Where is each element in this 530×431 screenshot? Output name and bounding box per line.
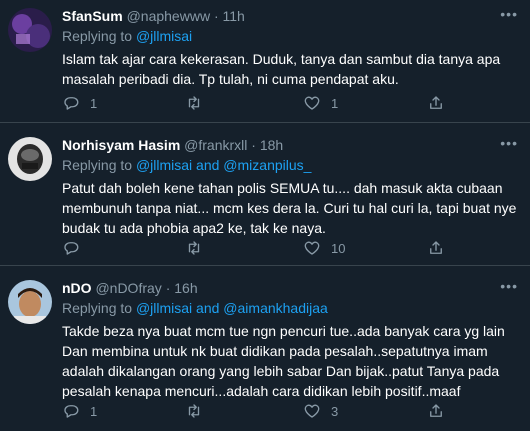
share-button[interactable] — [427, 238, 445, 258]
avatar[interactable] — [8, 8, 52, 52]
mention-link[interactable]: @jllmisai — [136, 28, 192, 44]
author-name[interactable]: SfanSum — [62, 8, 123, 24]
like-button[interactable]: 10 — [303, 238, 345, 258]
author-handle[interactable]: @nDOfray — [95, 280, 161, 296]
reply-button[interactable]: 1 — [62, 93, 97, 113]
like-icon — [304, 96, 320, 110]
mention-link[interactable]: @jllmisai — [136, 157, 192, 173]
share-button[interactable] — [427, 93, 445, 113]
like-count: 1 — [331, 95, 339, 111]
separator-dot: · — [213, 8, 219, 24]
author-name[interactable]: Norhisyam Hasim — [62, 137, 180, 153]
tweet-text: Takde beza nya buat mcm tue ngn pencuri … — [62, 323, 505, 399]
replying-to: Replying to @jllmisai — [62, 27, 518, 46]
tweet-3[interactable]: nDO @nDOfray · 16h Replying to @jllmisai… — [0, 266, 530, 431]
like-count: 10 — [331, 240, 346, 256]
share-icon — [430, 404, 442, 417]
timestamp[interactable]: 16h — [174, 280, 197, 296]
retweet-icon — [188, 241, 200, 255]
retweet-button[interactable] — [185, 93, 213, 113]
reply-icon — [64, 405, 79, 418]
retweet-icon — [188, 404, 200, 418]
replying-to: Replying to @jllmisai and @mizanpilus_ — [62, 156, 518, 175]
author-handle[interactable]: @frankrxll — [184, 137, 247, 153]
avatar[interactable] — [8, 280, 52, 324]
tweet-actions: 10 — [62, 238, 462, 258]
tweet-2[interactable]: Norhisyam Hasim @frankrxll · 18h Replyin… — [0, 123, 530, 266]
share-button[interactable] — [427, 401, 445, 421]
mention-link[interactable]: @jllmisai — [136, 300, 192, 316]
replying-to: Replying to @jllmisai and @aimankhadijaa — [62, 299, 518, 318]
more-icon[interactable]: ••• — [500, 135, 518, 151]
share-icon — [430, 241, 442, 254]
replying-prefix: Replying to — [62, 300, 133, 316]
tweet-actions: 1 1 — [62, 93, 462, 113]
like-icon — [304, 404, 320, 418]
author-handle[interactable]: @naphewww — [127, 8, 210, 24]
retweet-button[interactable] — [185, 401, 213, 421]
replying-prefix: Replying to — [62, 157, 133, 173]
mention-link[interactable]: @aimankhadijaa — [223, 300, 328, 316]
replying-prefix: Replying to — [62, 28, 133, 44]
timestamp[interactable]: 18h — [260, 137, 283, 153]
mention-link[interactable]: @mizanpilus_ — [223, 157, 311, 173]
share-icon — [430, 96, 442, 109]
tweet-1[interactable]: SfanSum @naphewww · 11h Replying to @jll… — [0, 0, 530, 123]
timestamp[interactable]: 11h — [223, 8, 245, 24]
reply-icon — [64, 242, 79, 255]
reply-button[interactable] — [62, 238, 90, 258]
author-name[interactable]: nDO — [62, 280, 92, 296]
more-icon[interactable]: ••• — [500, 6, 518, 22]
reply-count: 1 — [90, 95, 98, 111]
like-icon — [304, 241, 320, 255]
reply-count: 1 — [90, 403, 98, 419]
tweet-text: Patut dah boleh kene tahan polis SEMUA t… — [62, 180, 517, 236]
and-word: and — [196, 300, 220, 316]
like-button[interactable]: 1 — [303, 93, 338, 113]
like-button[interactable]: 3 — [303, 401, 338, 421]
separator-dot: · — [165, 280, 171, 296]
and-word: and — [196, 157, 220, 173]
tweet-actions: 1 3 — [62, 401, 462, 421]
reply-icon — [64, 97, 79, 110]
avatar[interactable] — [8, 137, 52, 181]
separator-dot: · — [251, 137, 256, 153]
tweet-text: Islam tak ajar cara kekerasan. Duduk, ta… — [62, 51, 501, 87]
retweet-button[interactable] — [185, 238, 213, 258]
more-icon[interactable]: ••• — [500, 278, 518, 294]
like-count: 3 — [331, 403, 339, 419]
reply-button[interactable]: 1 — [62, 401, 97, 421]
retweet-icon — [188, 96, 200, 110]
